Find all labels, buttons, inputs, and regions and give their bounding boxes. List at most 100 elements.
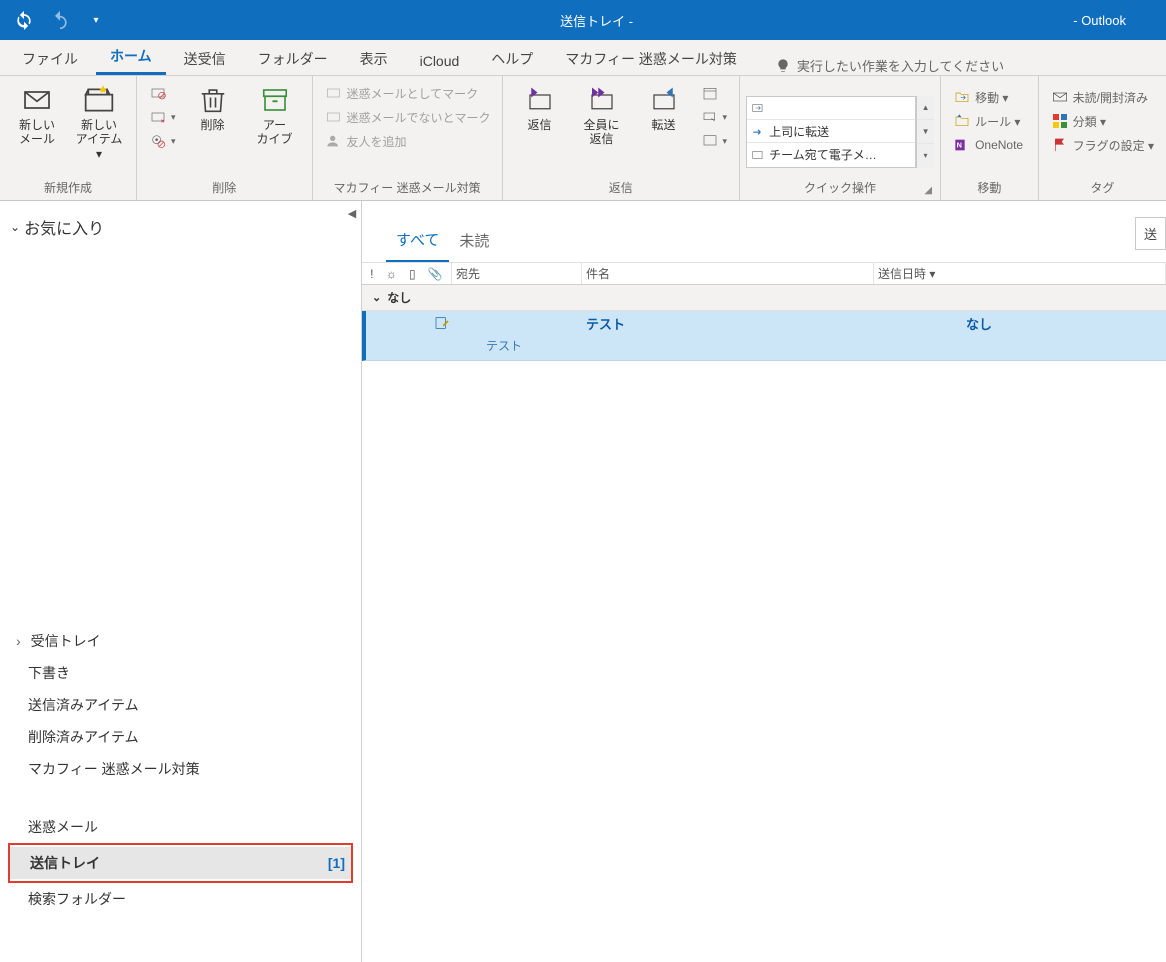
folder-list: 受信トレイ 下書き 送信済みアイテム 削除済みアイテム マカフィー 迷惑メール対… (0, 625, 361, 843)
quickstep-scroll[interactable]: ▲ ▼ ▾ (916, 96, 934, 168)
new-items-button[interactable]: 新しい アイテム ▾ (68, 80, 130, 165)
add-friend-button[interactable]: 友人を追加 (321, 130, 495, 152)
rules-button[interactable]: ルール ▾ (949, 110, 1027, 132)
ribbon-group-quicksteps: 上司に転送 チーム宛て電子メ… ▲ ▼ ▾ クイック操作◢ (740, 76, 941, 200)
reply-button[interactable]: 返信 (509, 80, 571, 136)
expand-gallery-icon[interactable]: ▾ (916, 144, 934, 168)
unread-read-button[interactable]: 未読/開封済み (1047, 86, 1158, 108)
onenote-button[interactable]: NOneNote (949, 134, 1027, 156)
tab-home[interactable]: ホーム (96, 40, 166, 75)
reply-all-label: 全員に 返信 (584, 118, 620, 147)
filter-all[interactable]: すべて (386, 221, 449, 262)
junk-icon (149, 132, 167, 150)
tell-me-search[interactable]: 実行したい作業を入力してください (775, 56, 1004, 75)
msg-date: なし (966, 314, 1166, 333)
mail-icon (21, 84, 53, 116)
add-friend-icon (325, 132, 343, 150)
filter-tabs: すべて 未読 送 (362, 201, 1166, 263)
ignore-button[interactable] (145, 82, 180, 104)
forward-button[interactable]: 転送 (633, 80, 695, 136)
folder-mcafee[interactable]: マカフィー 迷惑メール対策 (8, 753, 353, 785)
msg-subject: テスト (586, 314, 966, 333)
categories-icon (1051, 112, 1069, 130)
more-respond-button[interactable]: ▾ (697, 130, 732, 152)
team-mail-icon (751, 148, 765, 162)
ignore-icon (149, 84, 167, 102)
mark-not-junk-button[interactable]: 迷惑メールでないとマーク (321, 106, 495, 128)
delete-button[interactable]: 削除 (182, 80, 244, 136)
quickstep-item-1[interactable] (747, 101, 915, 115)
message-row[interactable]: テスト なし テスト (362, 311, 1166, 361)
reply-all-button[interactable]: 全員に 返信 (571, 80, 633, 151)
ribbon-group-move: 移動 ▾ ルール ▾ NOneNote 移動 (941, 76, 1039, 200)
ribbon-group-delete-label: 削除 (143, 177, 306, 198)
envelope-icon (1051, 88, 1069, 106)
folder-drafts[interactable]: 下書き (8, 657, 353, 689)
group-header-none[interactable]: ⌄ なし (362, 285, 1166, 311)
tab-mcafee[interactable]: マカフィー 迷惑メール対策 (551, 43, 751, 75)
ribbon-group-tags: 未読/開封済み 分類 ▾ フラグの設定 ▾ タグ (1039, 76, 1166, 200)
archive-button[interactable]: アー カイブ (244, 80, 306, 151)
cleanup-button[interactable]: ▾ (145, 106, 180, 128)
favorites-header[interactable]: ⌄ お気に入り (0, 201, 361, 247)
trash-icon (197, 84, 229, 116)
scroll-down-icon[interactable]: ▼ (916, 120, 934, 144)
move-button[interactable]: 移動 ▾ (949, 86, 1027, 108)
msg-icon-cell (366, 315, 456, 331)
qat-customize-icon[interactable]: ▾ (80, 4, 112, 36)
tab-sendreceive[interactable]: 送受信 (170, 43, 240, 75)
reply-icon (524, 84, 556, 116)
quickstep-gallery[interactable]: 上司に転送 チーム宛て電子メ… (746, 96, 916, 168)
new-mail-button[interactable]: 新しい メール (6, 80, 68, 151)
folder-deleted[interactable]: 削除済みアイテム (8, 721, 353, 753)
folder-outbox[interactable]: 送信トレイ [1] (10, 847, 351, 879)
folder-junk[interactable]: 迷惑メール (8, 811, 353, 843)
mark-not-junk-label: 迷惑メールでないとマーク (347, 109, 491, 126)
tab-help[interactable]: ヘルプ (477, 43, 547, 75)
col-date[interactable]: 送信日時 ▾ (874, 263, 1166, 284)
side-action[interactable]: 送 (1135, 217, 1166, 250)
categorize-button[interactable]: 分類 ▾ (1047, 110, 1158, 132)
group-header-label: なし (387, 289, 411, 306)
junk-button[interactable]: ▾ (145, 130, 180, 152)
folder-search-folders[interactable]: 検索フォルダー (8, 883, 353, 915)
sync-icon[interactable] (8, 4, 40, 36)
icon-col-icon: ▯ (409, 267, 416, 281)
folder-redacted-1 (28, 787, 333, 809)
folder-inbox[interactable]: 受信トレイ (8, 625, 353, 657)
tab-folder[interactable]: フォルダー (244, 43, 342, 75)
folder-redacted-2 (28, 917, 333, 957)
tab-view[interactable]: 表示 (346, 43, 402, 75)
scroll-up-icon[interactable]: ▲ (916, 96, 934, 120)
mark-junk-button[interactable]: 迷惑メールとしてマーク (321, 82, 495, 104)
dialog-launcher-icon[interactable]: ◢ (924, 185, 932, 196)
forward-icon (648, 84, 680, 116)
col-flags[interactable]: ! ☼ ▯ 📎 (362, 263, 452, 284)
folder-sent[interactable]: 送信済みアイテム (8, 689, 353, 721)
reminder-icon: ☼ (386, 267, 397, 281)
im-button[interactable]: ▾ (697, 106, 732, 128)
undo-icon[interactable] (44, 4, 76, 36)
ribbon-group-quick-label: クイック操作◢ (746, 177, 934, 198)
column-headers: ! ☼ ▯ 📎 宛先 件名 送信日時 ▾ (362, 263, 1166, 285)
draft-mail-icon (434, 315, 450, 331)
importance-icon: ! (370, 267, 373, 281)
im-icon (701, 108, 719, 126)
col-subject[interactable]: 件名 (582, 263, 874, 284)
ribbon-group-reply-label: 返信 (509, 177, 734, 198)
quickstep-item-2[interactable]: 上司に転送 (747, 123, 915, 140)
folder-outbox-label: 送信トレイ (30, 853, 100, 873)
folder-pane: ◀ ⌄ お気に入り 受信トレイ 下書き 送信済みアイテム 削除済みアイテム マカ… (0, 201, 362, 962)
meeting-icon (701, 84, 719, 102)
lightbulb-icon (775, 58, 791, 74)
followup-button[interactable]: フラグの設定 ▾ (1047, 134, 1158, 156)
message-list-pane: すべて 未読 送 ! ☼ ▯ 📎 宛先 件名 送信日時 ▾ ⌄ なし (362, 201, 1166, 962)
col-to[interactable]: 宛先 (452, 263, 582, 284)
meeting-button[interactable] (697, 82, 732, 104)
filter-unread[interactable]: 未読 (449, 222, 499, 261)
tab-icloud[interactable]: iCloud (406, 47, 474, 75)
quickstep-item-3[interactable]: チーム宛て電子メ… (747, 146, 915, 163)
tab-file[interactable]: ファイル (8, 43, 92, 75)
collapse-nav-icon[interactable]: ◀ (342, 203, 362, 223)
new-mail-label: 新しい メール (19, 118, 55, 147)
